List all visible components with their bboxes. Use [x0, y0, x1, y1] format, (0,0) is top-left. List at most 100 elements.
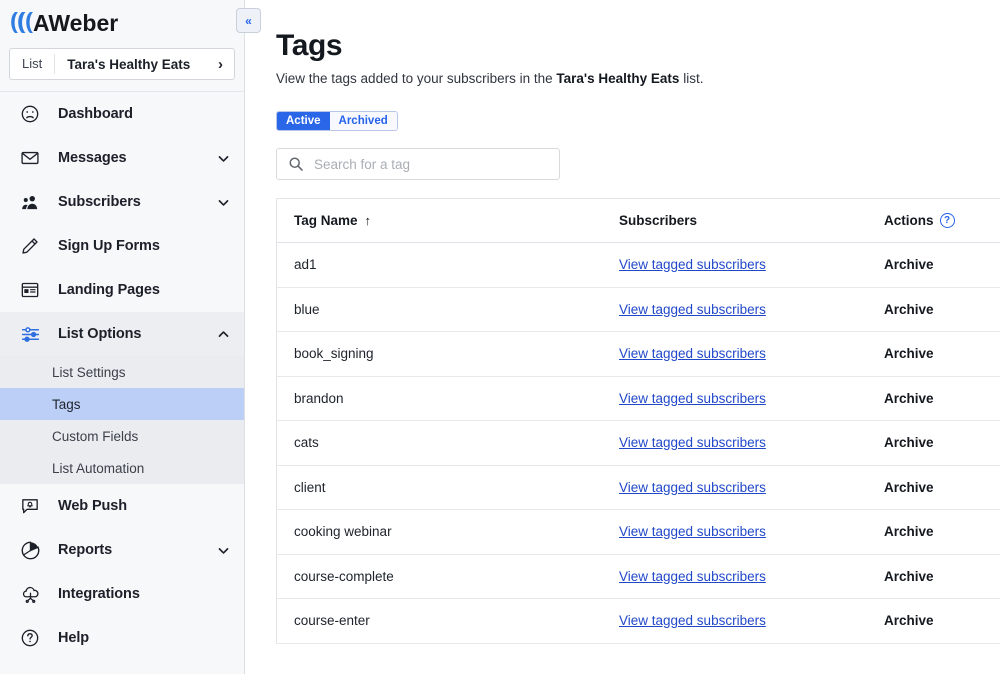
column-header-tag-name[interactable]: Tag Name ↑ [294, 213, 619, 228]
view-tagged-subscribers-link[interactable]: View tagged subscribers [619, 302, 766, 317]
sidebar-item-messages[interactable]: Messages [0, 136, 244, 180]
sidebar-item-label: List Options [58, 326, 210, 342]
view-tagged-subscribers-link[interactable]: View tagged subscribers [619, 346, 766, 361]
sidebar-item-label: Web Push [58, 498, 230, 514]
table-row: cooking webinar View tagged subscribers … [277, 510, 1000, 555]
people-icon [18, 190, 42, 214]
status-filter-tabs: Active Archived [276, 111, 398, 131]
sidebar-submenu-list-options: List Settings Tags Custom Fields List Au… [0, 356, 244, 484]
speedometer-icon [18, 102, 42, 126]
archive-action[interactable]: Archive [884, 257, 934, 272]
sidebar-item-help[interactable]: Help [0, 616, 244, 660]
sidebar-subitem-label: List Settings [52, 365, 126, 380]
page-subtitle: View the tags added to your subscribers … [276, 71, 1000, 86]
list-selector[interactable]: List Tara's Healthy Eats › [9, 48, 235, 80]
page-title: Tags [276, 28, 1000, 64]
sidebar-item-landing-pages[interactable]: Landing Pages [0, 268, 244, 312]
sidebar: AWeber List Tara's Healthy Eats › [0, 0, 245, 674]
search-icon [288, 156, 304, 172]
table-row: brandon View tagged subscribers Archive [277, 377, 1000, 422]
view-tagged-subscribers-link[interactable]: View tagged subscribers [619, 435, 766, 450]
view-tagged-subscribers-link[interactable]: View tagged subscribers [619, 569, 766, 584]
search-box[interactable] [276, 148, 560, 180]
sidebar-subitem-list-settings[interactable]: List Settings [0, 356, 244, 388]
archive-action[interactable]: Archive [884, 524, 934, 539]
chevron-down-icon [216, 543, 230, 557]
sidebar-subitem-custom-fields[interactable]: Custom Fields [0, 420, 244, 452]
archive-action[interactable]: Archive [884, 435, 934, 450]
sidebar-item-reports[interactable]: Reports [0, 528, 244, 572]
sidebar-item-label: Subscribers [58, 194, 210, 210]
archive-action[interactable]: Archive [884, 302, 934, 317]
table-row: ad1 View tagged subscribers Archive [277, 243, 1000, 288]
svg-text:AWeber: AWeber [33, 10, 118, 36]
sidebar-subitem-list-automation[interactable]: List Automation [0, 452, 244, 484]
view-tagged-subscribers-link[interactable]: View tagged subscribers [619, 613, 766, 628]
cloud-nodes-icon [18, 582, 42, 606]
cell-tag-name: course-complete [294, 569, 619, 584]
pie-chart-icon [18, 538, 42, 562]
envelope-icon [18, 146, 42, 170]
chevron-down-icon [216, 195, 230, 209]
sidebar-item-label: Reports [58, 542, 210, 558]
search-input[interactable] [314, 157, 559, 172]
sidebar-item-label: Help [58, 630, 230, 646]
sidebar-item-dashboard[interactable]: Dashboard [0, 92, 244, 136]
cell-tag-name: ad1 [294, 257, 619, 272]
archive-action[interactable]: Archive [884, 613, 934, 628]
view-tagged-subscribers-link[interactable]: View tagged subscribers [619, 480, 766, 495]
sliders-icon [18, 322, 42, 346]
archive-action[interactable]: Archive [884, 391, 934, 406]
table-row: course-complete View tagged subscribers … [277, 555, 1000, 600]
chevron-double-left-icon: « [245, 15, 252, 27]
table-row: cats View tagged subscribers Archive [277, 421, 1000, 466]
table-header-row: Tag Name ↑ Subscribers Actions ? [277, 199, 1000, 243]
chevron-right-icon: › [214, 57, 234, 72]
archive-action[interactable]: Archive [884, 569, 934, 584]
column-header-actions: Actions ? [884, 213, 1000, 228]
cell-tag-name: brandon [294, 391, 619, 406]
brand-logo[interactable]: AWeber [0, 0, 244, 46]
cell-tag-name: blue [294, 302, 619, 317]
sidebar-item-sign-up-forms[interactable]: Sign Up Forms [0, 224, 244, 268]
column-header-label: Actions [884, 213, 934, 228]
aweber-logo-icon: AWeber [9, 8, 139, 38]
sidebar-item-label: Integrations [58, 586, 230, 602]
sort-ascending-icon: ↑ [365, 214, 372, 227]
browser-page-icon [18, 278, 42, 302]
help-question-icon[interactable]: ? [940, 213, 955, 228]
tab-archived[interactable]: Archived [330, 112, 397, 130]
cell-tag-name: client [294, 480, 619, 495]
main-content: Tags View the tags added to your subscri… [245, 0, 1000, 674]
table-row: course-enter View tagged subscribers Arc… [277, 599, 1000, 644]
cell-tag-name: course-enter [294, 613, 619, 628]
sidebar-item-label: Dashboard [58, 106, 230, 122]
archive-action[interactable]: Archive [884, 480, 934, 495]
cell-tag-name: book_signing [294, 346, 619, 361]
sidebar-collapse-button[interactable]: « [236, 8, 261, 33]
sidebar-item-list-options[interactable]: List Options [0, 312, 244, 356]
sidebar-subitem-label: List Automation [52, 461, 144, 476]
cell-tag-name: cooking webinar [294, 524, 619, 539]
sidebar-item-label: Messages [58, 150, 210, 166]
sidebar-item-web-push[interactable]: Web Push [0, 484, 244, 528]
page-subtitle-list-name: Tara's Healthy Eats [556, 71, 679, 86]
app-root: AWeber List Tara's Healthy Eats › [0, 0, 1000, 674]
archive-action[interactable]: Archive [884, 346, 934, 361]
tags-table: Tag Name ↑ Subscribers Actions ? ad1 Vie… [276, 198, 1000, 644]
sidebar-item-label: Sign Up Forms [58, 238, 230, 254]
sidebar-subitem-tags[interactable]: Tags [0, 388, 244, 420]
table-row: client View tagged subscribers Archive [277, 466, 1000, 511]
sidebar-subitem-label: Custom Fields [52, 429, 138, 444]
chevron-down-icon [216, 151, 230, 165]
view-tagged-subscribers-link[interactable]: View tagged subscribers [619, 257, 766, 272]
page-subtitle-suffix: list. [679, 71, 703, 86]
column-header-subscribers: Subscribers [619, 213, 884, 228]
tab-active[interactable]: Active [277, 112, 330, 130]
view-tagged-subscribers-link[interactable]: View tagged subscribers [619, 524, 766, 539]
view-tagged-subscribers-link[interactable]: View tagged subscribers [619, 391, 766, 406]
cell-tag-name: cats [294, 435, 619, 450]
sidebar-item-subscribers[interactable]: Subscribers [0, 180, 244, 224]
sidebar-item-integrations[interactable]: Integrations [0, 572, 244, 616]
chevron-up-icon [216, 327, 230, 341]
